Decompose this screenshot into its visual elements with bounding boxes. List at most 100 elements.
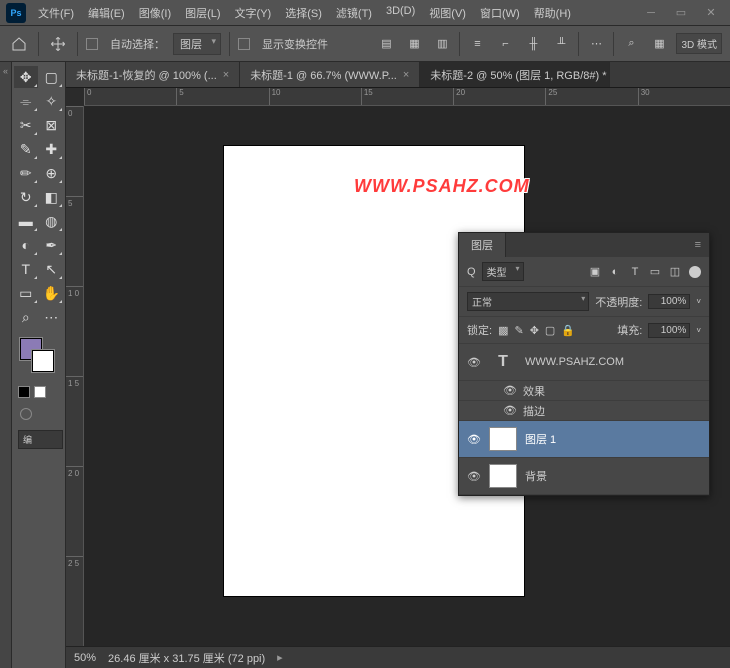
menu-edit[interactable]: 编辑(E)	[82, 1, 131, 25]
status-arrow-icon[interactable]: ▸	[277, 651, 283, 664]
menu-window[interactable]: 窗口(W)	[474, 1, 526, 25]
layer-name[interactable]: 图层 1	[525, 431, 556, 447]
move-tool[interactable]: ✥	[14, 66, 38, 88]
layer-text[interactable]: 👁 T WWW.PSAHZ.COM	[459, 344, 709, 381]
path-tool[interactable]: ↖	[40, 258, 64, 280]
background-swatch[interactable]	[32, 350, 54, 372]
visibility-icon[interactable]: 👁	[467, 433, 481, 446]
toolbox: ✥▢ ⌯✧ ✂⊠ ✎✚ ✏⊕ ↻◧ ▬◍ ◐✒ T↖ ▭✋ ⌕⋯ 编	[12, 62, 66, 668]
lock-all-icon[interactable]: 🔒	[561, 324, 575, 337]
dodge-tool[interactable]: ◐	[14, 234, 38, 256]
align-bottom-icon[interactable]: ╨	[550, 33, 572, 55]
align-top-icon[interactable]: ⌐	[494, 33, 516, 55]
menu-layer[interactable]: 图层(L)	[179, 1, 226, 25]
align-right-icon[interactable]: ▥	[431, 33, 453, 55]
magic-wand-tool[interactable]: ✧	[40, 90, 64, 112]
layer-1[interactable]: 👁 图层 1	[459, 421, 709, 458]
layer-background[interactable]: 👁 背景	[459, 458, 709, 495]
filter-adjust-icon[interactable]: ◐	[609, 266, 621, 278]
default-swatch-icon[interactable]	[18, 386, 30, 398]
maximize-button[interactable]: ▭	[666, 3, 696, 23]
filter-type-icon[interactable]: T	[629, 266, 641, 278]
layers-tab[interactable]: 图层	[459, 233, 506, 257]
align-left-icon[interactable]: ▤	[375, 33, 397, 55]
lock-pos-icon[interactable]: ✥	[530, 324, 539, 337]
fill-chevron-icon[interactable]: ˅	[696, 326, 701, 335]
lasso-tool[interactable]: ⌯	[14, 90, 38, 112]
pen-tool[interactable]: ✒	[40, 234, 64, 256]
layer-name[interactable]: WWW.PSAHZ.COM	[525, 356, 624, 368]
home-icon[interactable]	[8, 33, 30, 55]
marquee-tool[interactable]: ▢	[40, 66, 64, 88]
close-button[interactable]: ✕	[696, 3, 726, 23]
filter-shape-icon[interactable]: ▭	[649, 266, 661, 278]
minimize-button[interactable]: ─	[636, 3, 666, 23]
ruler-horizontal: 051015202530	[84, 88, 730, 106]
layer-name[interactable]: 背景	[525, 468, 547, 484]
3d-mode-button[interactable]: 3D 模式	[676, 33, 722, 54]
crop-tool[interactable]: ✂	[14, 114, 38, 136]
visibility-icon[interactable]: 👁	[503, 404, 517, 417]
move-tool-icon[interactable]	[47, 33, 69, 55]
auto-select-dropdown[interactable]: 图层	[173, 33, 221, 55]
close-icon[interactable]: ×	[403, 69, 409, 81]
lock-artboard-icon[interactable]: ▢	[545, 324, 555, 337]
menu-image[interactable]: 图像(I)	[133, 1, 177, 25]
panel-collapse-strip[interactable]: «	[0, 62, 12, 668]
brush-tool[interactable]: ✏	[14, 162, 38, 184]
opacity-input[interactable]	[648, 294, 690, 309]
shape-tool[interactable]: ▭	[14, 282, 38, 304]
blend-mode-dropdown[interactable]: 正常	[467, 292, 589, 311]
document-info[interactable]: 26.46 厘米 x 31.75 厘米 (72 ppi)	[108, 650, 265, 666]
quickmask-icon[interactable]	[20, 408, 32, 420]
fill-input[interactable]	[648, 323, 690, 338]
gradient-tool[interactable]: ▬	[14, 210, 38, 232]
filter-toggle-icon[interactable]	[689, 266, 701, 278]
menu-help[interactable]: 帮助(H)	[528, 1, 577, 25]
menu-filter[interactable]: 滤镜(T)	[330, 1, 378, 25]
blur-tool[interactable]: ◍	[40, 210, 64, 232]
menu-3d[interactable]: 3D(D)	[380, 1, 421, 25]
search-icon[interactable]: ⌕	[620, 33, 642, 55]
doc-tab-1[interactable]: 未标题-1 @ 66.7% (WWW.P...×	[240, 62, 420, 87]
zoom-level[interactable]: 50%	[74, 652, 96, 664]
swap-swatch-icon[interactable]	[34, 386, 46, 398]
align-middle-icon[interactable]: ╫	[522, 33, 544, 55]
menu-file[interactable]: 文件(F)	[32, 1, 80, 25]
filter-type-dropdown[interactable]: 类型	[482, 262, 524, 281]
panel-menu-icon[interactable]: ≡	[687, 239, 709, 251]
frame-tool[interactable]: ⊠	[40, 114, 64, 136]
eyedropper-tool[interactable]: ✎	[14, 138, 38, 160]
auto-select-checkbox[interactable]	[86, 38, 98, 50]
edit-toolbar[interactable]: ⋯	[40, 306, 64, 328]
eraser-tool[interactable]: ◧	[40, 186, 64, 208]
layer-stroke-row[interactable]: 👁描边	[459, 401, 709, 421]
lock-trans-icon[interactable]: ▩	[498, 324, 508, 337]
menu-type[interactable]: 文字(Y)	[229, 1, 278, 25]
filter-smart-icon[interactable]: ◫	[669, 266, 681, 278]
opacity-chevron-icon[interactable]: ˅	[696, 297, 701, 306]
align-center-icon[interactable]: ▦	[403, 33, 425, 55]
menu-view[interactable]: 视图(V)	[423, 1, 472, 25]
history-brush-tool[interactable]: ↻	[14, 186, 38, 208]
visibility-icon[interactable]: 👁	[503, 384, 517, 397]
doc-tab-2[interactable]: 未标题-2 @ 50% (图层 1, RGB/8#) *×	[420, 62, 610, 87]
type-tool[interactable]: T	[14, 258, 38, 280]
arrange-icon[interactable]: ▦	[648, 33, 670, 55]
screen-mode-button[interactable]: 编	[18, 430, 63, 449]
healing-tool[interactable]: ✚	[40, 138, 64, 160]
menu-select[interactable]: 选择(S)	[279, 1, 328, 25]
doc-tab-0[interactable]: 未标题-1-恢复的 @ 100% (...×	[66, 62, 240, 87]
zoom-tool[interactable]: ⌕	[14, 306, 38, 328]
hand-tool[interactable]: ✋	[40, 282, 64, 304]
close-icon[interactable]: ×	[223, 69, 229, 81]
filter-pixel-icon[interactable]: ▣	[589, 266, 601, 278]
visibility-icon[interactable]: 👁	[467, 470, 481, 483]
more-icon[interactable]: ⋯	[585, 33, 607, 55]
stamp-tool[interactable]: ⊕	[40, 162, 64, 184]
show-transform-checkbox[interactable]	[238, 38, 250, 50]
layer-fx-row[interactable]: 👁效果	[459, 381, 709, 401]
lock-paint-icon[interactable]: ✎	[514, 324, 523, 337]
distribute-icon[interactable]: ≡	[466, 33, 488, 55]
visibility-icon[interactable]: 👁	[467, 356, 481, 369]
